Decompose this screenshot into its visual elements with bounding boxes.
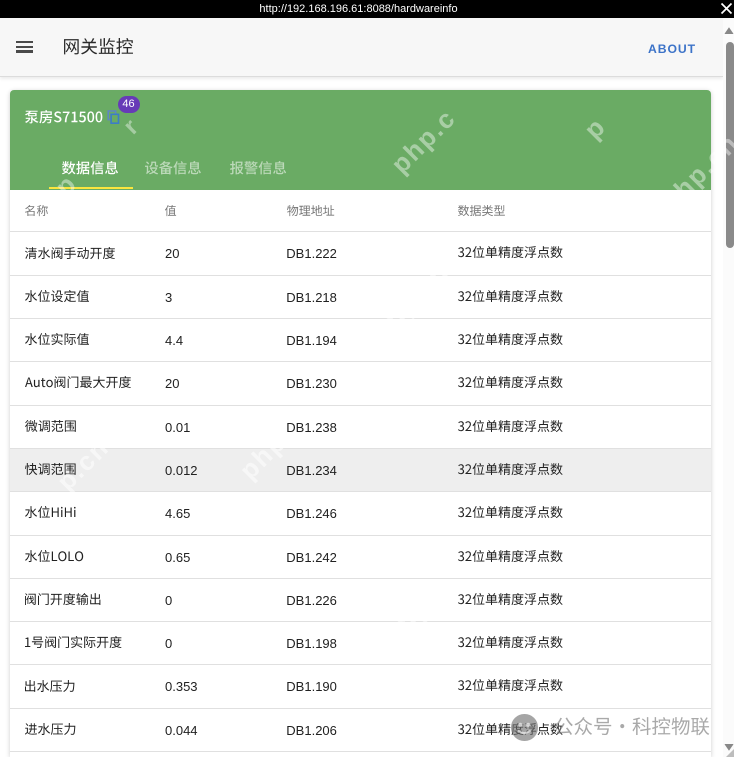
svg-text:r: r: [118, 113, 145, 140]
svg-text:php.cn: php.cn: [366, 257, 455, 346]
svg-text:hp.cn: hp.cn: [668, 128, 734, 205]
svg-text:p: p: [49, 168, 83, 202]
svg-text:php: php: [378, 592, 437, 651]
svg-text:php: php: [233, 427, 292, 486]
svg-text:php.c: php.c: [385, 103, 462, 180]
svg-text:p.cn: p.cn: [51, 432, 115, 496]
svg-text:p: p: [578, 111, 612, 145]
